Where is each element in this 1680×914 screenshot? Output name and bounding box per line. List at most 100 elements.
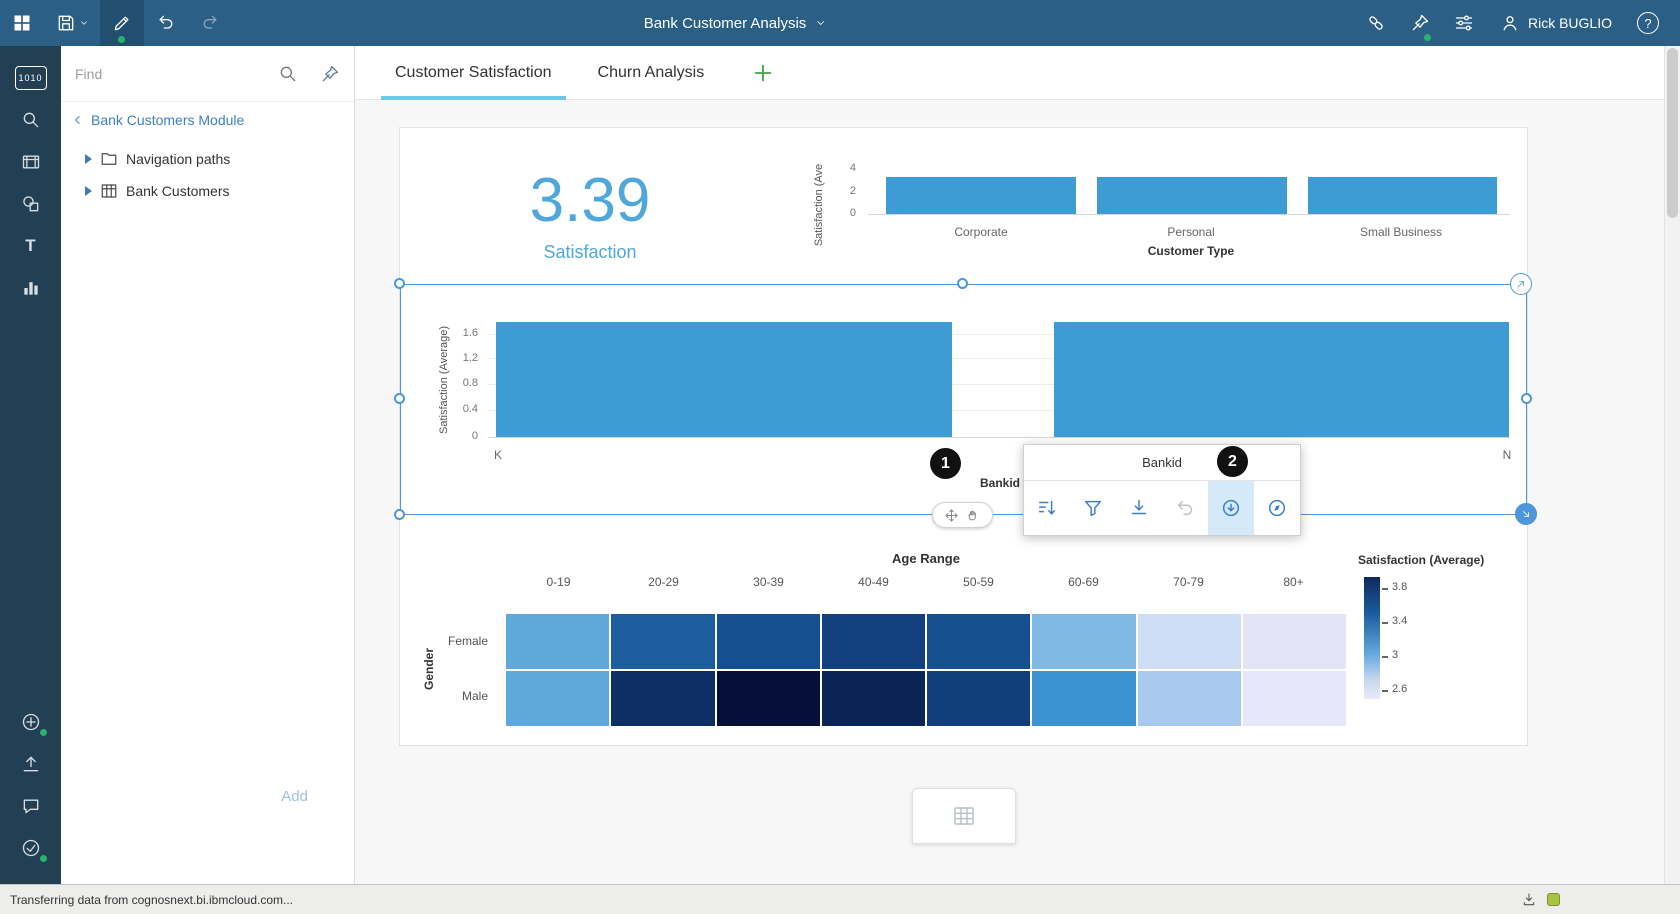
hand-pan-icon[interactable]: [966, 508, 981, 523]
legend-tick-mark: [1382, 588, 1388, 590]
bar-small-business[interactable]: [1308, 177, 1497, 214]
add-button[interactable]: Add: [281, 788, 308, 805]
find-row: [61, 46, 354, 102]
tree-item-navigation-paths[interactable]: Navigation paths: [85, 146, 230, 172]
x-category: N: [1502, 448, 1512, 462]
x-axis-line: [488, 437, 1510, 438]
resize-handle-bottom-right[interactable]: [1515, 503, 1537, 525]
heatmap-cell[interactable]: [927, 671, 1031, 726]
save-icon: [58, 15, 73, 31]
heatmap-cell[interactable]: [821, 614, 925, 669]
dashboard-tabs: Customer Satisfaction Churn Analysis: [355, 46, 1680, 100]
top-bottom-icon: [1131, 499, 1147, 515]
scrollbar-thumb[interactable]: [1667, 48, 1678, 218]
heatmap-cell[interactable]: [506, 671, 610, 726]
y-tick: 0: [471, 430, 478, 442]
filters-button[interactable]: [1442, 0, 1486, 46]
heatmap-cell[interactable]: [506, 614, 610, 669]
add-source-button[interactable]: [11, 702, 51, 742]
bar-corporate[interactable]: [886, 177, 1076, 214]
top-bottom-button[interactable]: [1116, 481, 1162, 535]
validate-button[interactable]: [11, 828, 51, 868]
vertical-scrollbar[interactable]: [1664, 46, 1680, 884]
explore-button[interactable]: [1254, 481, 1300, 535]
chevron-down-icon: [816, 21, 824, 25]
callout-1-badge: 1: [930, 448, 961, 479]
legend-tick: 2.6: [1392, 683, 1408, 695]
upload-button[interactable]: [11, 744, 51, 784]
dashboard-title-dropdown[interactable]: Bank Customer Analysis: [644, 0, 827, 46]
heatmap-cell[interactable]: [821, 671, 925, 726]
kpi-widget[interactable]: 3.39 Satisfaction: [480, 170, 700, 263]
kpi-value: 3.39: [529, 166, 651, 235]
column-label: 30-39: [753, 575, 784, 589]
heatmap-cell[interactable]: [1032, 614, 1136, 669]
hidden-table-widget[interactable]: [912, 788, 1016, 844]
pin-panel-icon[interactable]: [320, 64, 340, 84]
tab-churn-analysis[interactable]: Churn Analysis: [584, 46, 719, 100]
resize-handle-top-left[interactable]: [394, 278, 405, 289]
heatmap-cell[interactable]: [1137, 614, 1241, 669]
sliders-icon: [1455, 15, 1473, 31]
shapes-tool-button[interactable]: [11, 184, 51, 224]
resize-handle-bottom-left[interactable]: [394, 509, 405, 520]
heatmap-cell[interactable]: [1242, 614, 1346, 669]
media-tool-button[interactable]: [11, 142, 51, 182]
text-tool-button[interactable]: T: [11, 226, 51, 266]
visualization-tool-button[interactable]: [11, 268, 51, 308]
heatmap-cell[interactable]: [927, 614, 1031, 669]
heatmap-cell[interactable]: [611, 671, 715, 726]
save-button[interactable]: [44, 0, 100, 46]
bar-k[interactable]: [496, 322, 952, 437]
expand-widget-handle[interactable]: [1510, 273, 1532, 295]
app-topbar: Bank Customer Analysis Rick BUGLIO ?: [0, 0, 1680, 46]
move-icon[interactable]: [944, 508, 959, 523]
y-tick: 0: [849, 207, 856, 219]
heatmap-cell[interactable]: [611, 614, 715, 669]
sort-button[interactable]: [1024, 481, 1070, 535]
help-button[interactable]: ?: [1626, 0, 1670, 46]
breadcrumb[interactable]: Bank Customers Module: [71, 112, 244, 128]
heatmap-cell[interactable]: [1032, 671, 1136, 726]
search-icon[interactable]: [278, 64, 298, 84]
expand-triangle-icon[interactable]: [85, 186, 92, 196]
app-switcher-button[interactable]: [0, 0, 44, 46]
x-category: Small Business: [1359, 225, 1443, 239]
edit-mode-button[interactable]: [100, 0, 144, 46]
undo-button[interactable]: [144, 0, 188, 46]
comments-button[interactable]: [11, 786, 51, 826]
kpi-label: Satisfaction: [543, 242, 637, 262]
x-category: Corporate: [954, 225, 1008, 239]
filter-icon: [1084, 500, 1102, 517]
resize-handle-top-middle[interactable]: [957, 278, 968, 289]
search-tool-button[interactable]: [11, 100, 51, 140]
add-tab-button[interactable]: [752, 62, 774, 84]
resize-handle-middle-left[interactable]: [394, 393, 405, 404]
status-text: Transferring data from cognosnext.bi.ibm…: [10, 892, 294, 907]
heatmap-cell[interactable]: [1137, 671, 1241, 726]
heatmap-cell[interactable]: [1242, 671, 1346, 726]
drill-down-button[interactable]: [1208, 481, 1254, 535]
data-tool-button[interactable]: 1010: [11, 58, 51, 98]
resize-handle-middle-right[interactable]: [1521, 393, 1532, 404]
plus-icon: [754, 64, 772, 81]
share-link-button[interactable]: [1354, 0, 1398, 46]
breadcrumb-label: Bank Customers Module: [91, 112, 245, 128]
bar-personal[interactable]: [1097, 177, 1287, 214]
heatmap-cell[interactable]: [716, 614, 820, 669]
find-input[interactable]: [75, 65, 278, 82]
bar-n[interactable]: [1054, 322, 1509, 437]
redo-button[interactable]: [188, 0, 232, 46]
x-category: Personal: [1167, 225, 1215, 239]
expand-triangle-icon[interactable]: [85, 154, 92, 164]
filter-button[interactable]: [1070, 481, 1116, 535]
heatmap-cell[interactable]: [716, 671, 820, 726]
user-menu-button[interactable]: Rick BUGLIO: [1486, 0, 1626, 46]
y-axis-label: Satisfaction (Ave: [813, 163, 825, 247]
tree-item-bank-customers[interactable]: Bank Customers: [85, 178, 229, 204]
pin-collection-button[interactable]: [1398, 0, 1442, 46]
column-label: 50-59: [963, 575, 994, 589]
folder-icon: [101, 153, 117, 165]
main-area: Customer Satisfaction Churn Analysis 3.3…: [355, 46, 1680, 884]
tab-customer-satisfaction[interactable]: Customer Satisfaction: [381, 46, 566, 100]
